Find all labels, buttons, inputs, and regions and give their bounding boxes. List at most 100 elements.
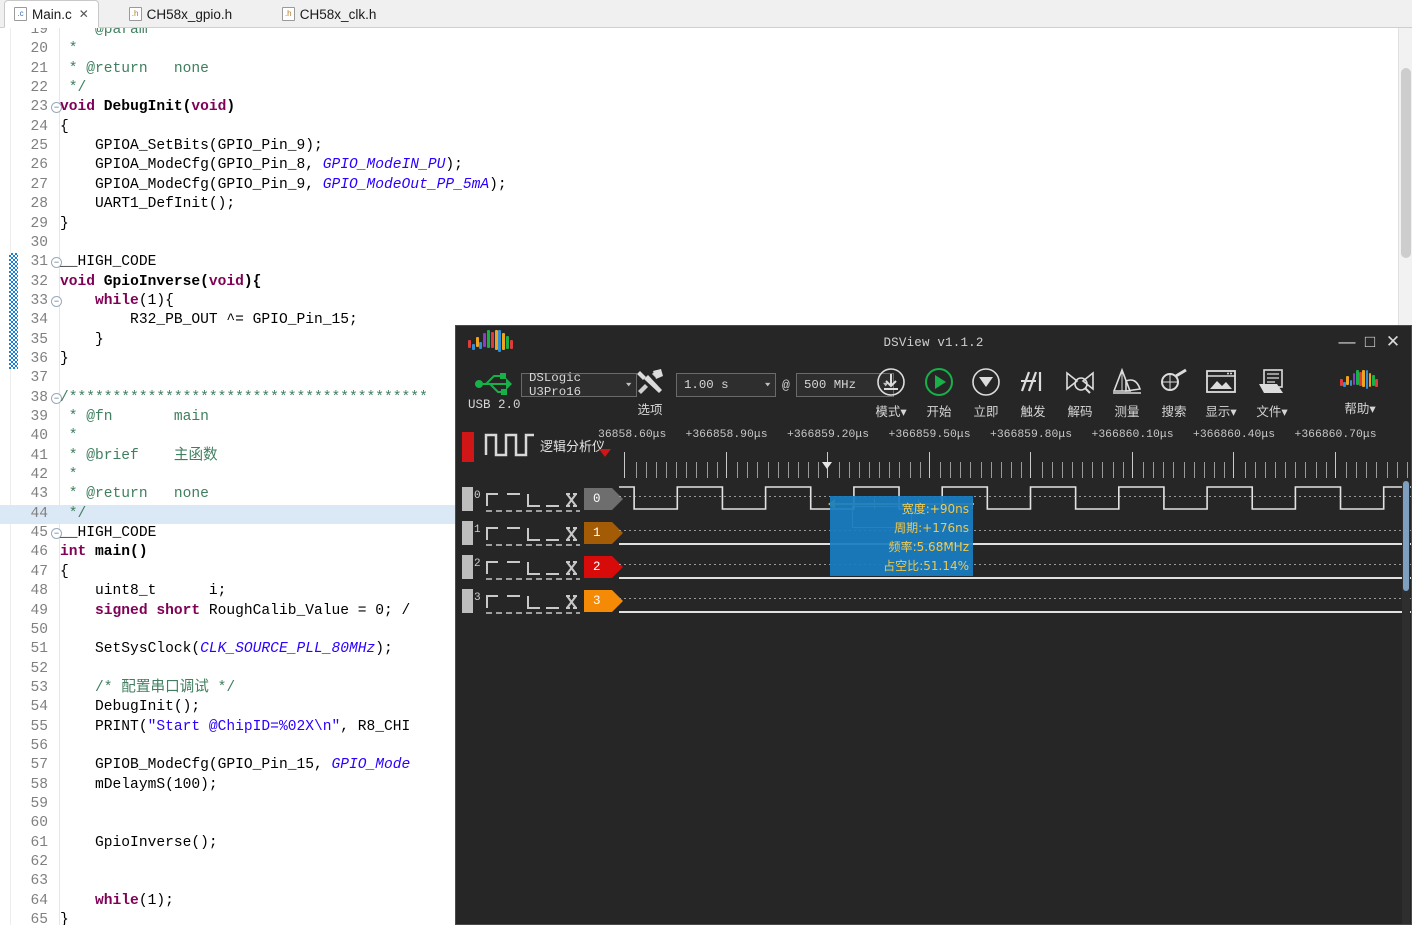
channel-waveform-2[interactable]: [619, 550, 1411, 584]
chevron-down-icon[interactable]: [599, 449, 611, 457]
ruler-major-tick: [1030, 452, 1031, 478]
code-token: while: [95, 292, 139, 309]
dsview-title-bar[interactable]: DSView v1.1.2 — □ ✕: [456, 326, 1411, 364]
code-line[interactable]: 27 GPIOA_ModeCfg(GPIO_Pin_9, GPIO_ModeOu…: [0, 176, 1412, 195]
start-button[interactable]: 开始: [922, 367, 956, 420]
search-button[interactable]: 搜索: [1157, 367, 1191, 420]
window-controls[interactable]: — □ ✕: [1337, 332, 1403, 352]
channel-trigger-icons[interactable]: [484, 554, 582, 580]
code-line[interactable]: 33− while(1){: [0, 292, 1412, 311]
waveform-trace: [619, 486, 1411, 510]
logo-bar: [1346, 376, 1349, 385]
editor-tab-ch58x-clk-h[interactable]: .h CH58x_clk.h: [273, 0, 386, 28]
channel-tag-2[interactable]: 2: [584, 556, 623, 578]
channel-drag-handle[interactable]: [462, 521, 473, 545]
dsview-toolbar[interactable]: USB 2.0 DSLogic U3Pro16 ▾ 选项 1.00 s ▾ @: [456, 364, 1411, 426]
channel-tag-0[interactable]: 0: [584, 488, 623, 510]
channel-waveform-0[interactable]: [619, 482, 1411, 516]
display-button[interactable]: 显示▾: [1204, 367, 1238, 420]
timeline-ruler[interactable]: 逻辑分析仪 36858.60μs +366858.90μs +366859.20μs…: [456, 426, 1411, 482]
channel-row-3[interactable]: 3 3: [456, 584, 1411, 618]
code-token: GPIOB_ModeCfg(GPIO_Pin_15,: [60, 757, 332, 774]
line-number: 23: [30, 99, 48, 116]
ruler-minor-tick: [645, 462, 647, 478]
channel-drag-handle[interactable]: [462, 555, 473, 579]
ruler-minor-tick: [1224, 462, 1226, 478]
ruler-cursor-marker[interactable]: [822, 462, 832, 469]
close-icon[interactable]: ✕: [1383, 332, 1403, 352]
line-number: 32: [30, 273, 48, 290]
decode-button[interactable]: 解码: [1063, 367, 1097, 420]
code-token: *: [60, 41, 87, 58]
channel-drag-handle[interactable]: [462, 487, 473, 511]
mode-label: 模式▾: [875, 404, 907, 419]
code-line[interactable]: 22 */: [0, 79, 1412, 98]
channel-trigger-icons[interactable]: [484, 520, 582, 546]
code-line[interactable]: 28 UART1_DefInit();: [0, 195, 1412, 214]
file-button[interactable]: 文件▾: [1255, 367, 1289, 420]
ruler-minor-tick: [919, 462, 921, 478]
code-line[interactable]: 31− __HIGH_CODE: [0, 253, 1412, 272]
code-line[interactable]: 25 GPIOA_SetBits(GPIO_Pin_9);: [0, 137, 1412, 156]
options-button[interactable]: 选项: [634, 367, 666, 418]
code-token: main(): [95, 544, 148, 561]
line-number: 57: [30, 757, 48, 774]
analyzer-mode-label[interactable]: 逻辑分析仪: [540, 436, 605, 455]
mode-button[interactable]: 模式▾: [874, 367, 908, 420]
channel-waveform-1[interactable]: [619, 516, 1411, 550]
editor-tab-ch58x-gpio-h[interactable]: .h CH58x_gpio.h: [120, 0, 242, 28]
dsview-window[interactable]: DSView v1.1.2 — □ ✕ USB 2.0 DSLogic U3Pr…: [455, 325, 1412, 925]
code-token: ){: [243, 273, 262, 290]
channel-waveform-3[interactable]: [619, 584, 1411, 618]
ruler-minor-tick: [1021, 462, 1023, 478]
ruler-minor-tick: [787, 462, 789, 478]
channel-trigger-icons[interactable]: [484, 588, 582, 614]
channel-tag-3[interactable]: 3: [584, 590, 623, 612]
trigger-button[interactable]: 触发: [1016, 367, 1050, 420]
ruler-minor-tick: [635, 462, 637, 478]
code-line[interactable]: 29}: [0, 215, 1412, 234]
dsview-vertical-scrollbar[interactable]: [1402, 481, 1410, 924]
code-line[interactable]: 26 GPIOA_ModeCfg(GPIO_Pin_8, GPIO_ModeIN…: [0, 156, 1412, 175]
duration-value: 1.00 s: [684, 378, 729, 392]
tab-close-icon[interactable]: ✕: [79, 7, 89, 21]
code-token: }: [60, 215, 69, 232]
minimize-icon[interactable]: —: [1337, 332, 1357, 352]
channel-tag-1[interactable]: 1: [584, 522, 623, 544]
line-number: 33: [30, 292, 48, 309]
dsview-scrollbar-thumb[interactable]: [1403, 481, 1409, 591]
ruler-minor-tick: [747, 462, 749, 478]
trigger-label: 触发: [1020, 404, 1046, 419]
code-line[interactable]: 24 {: [0, 118, 1412, 137]
code-line[interactable]: 23− void DebugInit(void): [0, 98, 1412, 117]
usb-status[interactable]: USB 2.0: [468, 370, 521, 412]
channel-trigger-icons[interactable]: [484, 486, 582, 512]
device-select[interactable]: DSLogic U3Pro16 ▾: [521, 371, 637, 399]
code-text: mDelaymS(100);: [60, 776, 218, 795]
code-token: void: [60, 273, 104, 290]
code-token: * @fn main: [60, 409, 209, 425]
code-line[interactable]: 30: [0, 234, 1412, 253]
waveform-midline: [619, 564, 1411, 565]
maximize-icon[interactable]: □: [1360, 332, 1380, 352]
instant-button[interactable]: 立即: [969, 367, 1003, 420]
logo-bar: [1349, 380, 1353, 386]
code-line[interactable]: 20 *: [0, 40, 1412, 59]
code-text: void DebugInit(void): [60, 98, 235, 117]
code-line[interactable]: 32 void GpioInverse(void){: [0, 273, 1412, 292]
code-text: R32_PB_OUT ^= GPIO_Pin_15;: [60, 311, 358, 330]
editor-tab-main-c[interactable]: .c Main.c ✕: [4, 0, 99, 28]
ruler-minor-tick: [1193, 462, 1195, 478]
logo-bar: [1359, 372, 1362, 386]
code-line[interactable]: 21 * @return none: [0, 60, 1412, 79]
measure-button[interactable]: 测量: [1110, 367, 1144, 420]
channel-drag-handle[interactable]: [462, 589, 473, 613]
code-line[interactable]: 19 * @param: [0, 28, 1412, 40]
ruler-scale[interactable]: 36858.60μs +366858.90μs +366859.20μs +36685…: [598, 426, 1411, 482]
help-button[interactable]: 帮助▾: [1340, 370, 1380, 417]
scrollbar-thumb[interactable]: [1401, 68, 1411, 258]
duration-select[interactable]: 1.00 s ▾: [676, 373, 776, 397]
logo-bar: [1365, 370, 1369, 389]
ruler-minor-tick: [767, 462, 769, 478]
